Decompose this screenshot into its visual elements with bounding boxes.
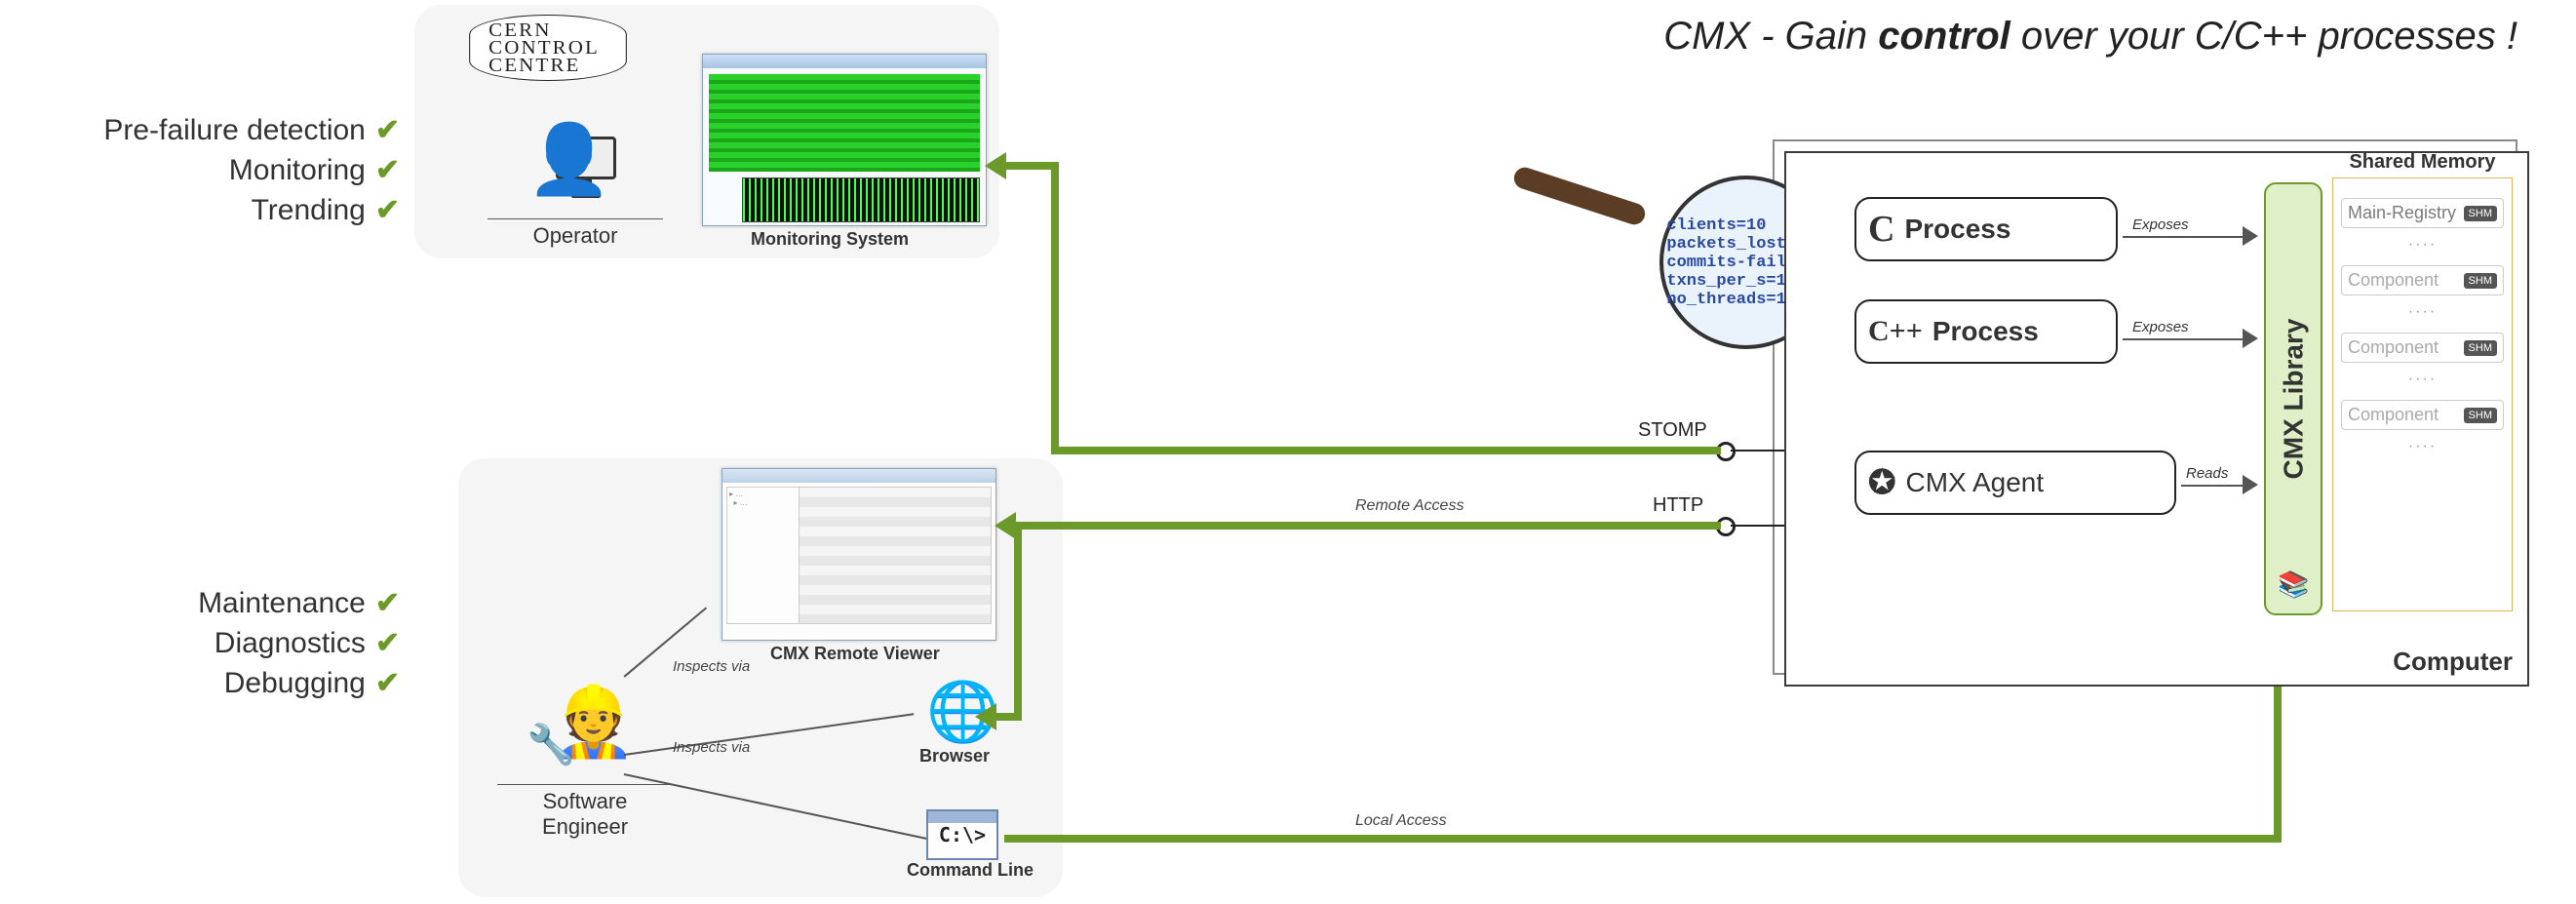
process-label: Process xyxy=(1904,214,2010,245)
exposes-label: Exposes xyxy=(2132,216,2189,233)
monitoring-system-window xyxy=(702,54,987,226)
shared-memory-box: Shared Memory Main-Registry SHM ···· Com… xyxy=(2332,177,2513,611)
command-prompt-text: C:\> xyxy=(939,823,986,846)
shared-memory-label: Shared Memory xyxy=(2333,151,2512,603)
benefit-label: Debugging xyxy=(224,667,366,699)
benefit-label: Maintenance xyxy=(198,587,366,619)
engineer-benefits: Maintenance ✔ Diagnostics ✔ Debugging ✔ xyxy=(29,580,400,706)
cpp-process-box: C++ Process xyxy=(1854,299,2118,364)
wrench-icon: 🔧 xyxy=(527,722,575,767)
c-lang-icon: C xyxy=(1868,208,1894,251)
check-icon: ✔ xyxy=(375,153,400,187)
magnifier-handle-icon xyxy=(1511,165,1648,227)
remote-viewer-grid xyxy=(799,487,992,624)
operator-benefits: Pre-failure detection ✔ Monitoring ✔ Trend… xyxy=(29,107,400,233)
benefit-label: Trending xyxy=(252,194,366,226)
engineer-label: Software Engineer xyxy=(497,784,673,840)
benefit-label: Monitoring xyxy=(229,154,366,186)
engineer-figure: 👷 🔧 Software Engineer xyxy=(497,692,673,840)
reads-label: Reads xyxy=(2186,465,2228,482)
c-process-box: C Process xyxy=(1854,197,2118,261)
arrow-segment xyxy=(1004,162,1059,170)
magnifier: clients=10 packets_lost=0 commits-failed… xyxy=(1619,176,1804,302)
connector-line xyxy=(1731,450,1789,452)
connector-line xyxy=(2123,338,2244,340)
cmx-agent-label: CMX Agent xyxy=(1906,467,2045,498)
local-access-label: Local Access xyxy=(1355,812,1447,830)
check-icon: ✔ xyxy=(375,113,400,147)
arrow-head-icon xyxy=(975,703,996,730)
cmx-remote-viewer-window: ▸ … ▸ … xyxy=(722,468,996,641)
window-titlebar xyxy=(703,55,986,68)
exposes-label: Exposes xyxy=(2132,319,2189,335)
arrow-segment xyxy=(1014,527,1022,717)
cmx-agent-box: ✪ CMX Agent xyxy=(1854,451,2176,515)
compass-icon: ✪ xyxy=(1868,463,1896,502)
remote-viewer-tree: ▸ … ▸ … xyxy=(726,487,800,624)
arrow-head-icon xyxy=(2243,226,2258,246)
browser-label: Browser xyxy=(919,746,990,766)
arrow-segment xyxy=(995,713,1022,721)
ccc-line: ENTRE xyxy=(504,55,580,76)
check-icon: ✔ xyxy=(375,193,400,227)
arrow-head-icon xyxy=(995,512,1016,539)
protocol-http-label: HTTP xyxy=(1653,494,1703,517)
operator-label: Operator xyxy=(488,218,663,249)
terminal-icon: C:\> xyxy=(926,809,998,860)
inspects-via-label: Inspects via xyxy=(673,658,750,675)
benefit-label: Pre-failure detection xyxy=(103,114,365,146)
check-icon: ✔ xyxy=(375,626,400,660)
cpp-lang-icon: C++ xyxy=(1868,315,1923,348)
protocol-stomp-label: STOMP xyxy=(1638,419,1707,442)
connector-line xyxy=(1731,525,1789,527)
arrow-head-icon xyxy=(2243,329,2258,348)
command-line-label: Command Line xyxy=(907,860,1034,881)
cmx-library-box: 📚 CMX Library xyxy=(2264,182,2322,615)
arrow-segment xyxy=(1053,447,1721,454)
cern-control-centre-logo: CERN CONTROL CENTRE xyxy=(469,15,627,81)
window-titlebar xyxy=(722,469,995,483)
arrow-head-icon xyxy=(985,152,1006,179)
connector-line xyxy=(2181,485,2244,487)
title-post: over your C/C++ processes ! xyxy=(2010,15,2517,58)
cmx-remote-viewer-label: CMX Remote Viewer xyxy=(770,644,940,664)
computer-box: C Process C++ Process ✪ CMX Agent Expose… xyxy=(1784,151,2529,687)
arrow-segment xyxy=(1051,166,1059,454)
operator-avatar-icon: 👤 xyxy=(527,125,611,193)
arrow-segment xyxy=(1014,522,1721,530)
connector-line xyxy=(2123,236,2244,238)
engineer-label-l1: Software xyxy=(543,789,628,813)
arrow-head-icon xyxy=(2243,475,2258,494)
process-label: Process xyxy=(1932,316,2039,347)
remote-access-label: Remote Access xyxy=(1355,497,1464,515)
computer-label: Computer xyxy=(2393,647,2513,677)
inspects-via-label: Inspects via xyxy=(673,739,750,756)
monitoring-system-label: Monitoring System xyxy=(751,229,909,250)
check-icon: ✔ xyxy=(375,666,400,700)
benefit-label: Diagnostics xyxy=(215,627,366,659)
check-icon: ✔ xyxy=(375,586,400,620)
engineer-label-l2: Engineer xyxy=(542,814,628,839)
title-pre: CMX - Gain xyxy=(1663,15,1878,58)
books-icon: 📚 xyxy=(2278,570,2309,600)
monitoring-waveform xyxy=(742,177,980,222)
page-title: CMX - Gain control over your C/C++ proce… xyxy=(1663,15,2517,59)
monitoring-rows xyxy=(709,74,980,172)
title-bold: control xyxy=(1878,15,2010,58)
operator-figure: 👤 Operator xyxy=(488,137,663,249)
arrow-segment xyxy=(1004,835,2282,843)
cmx-library-label: CMX Library xyxy=(2278,319,2309,480)
